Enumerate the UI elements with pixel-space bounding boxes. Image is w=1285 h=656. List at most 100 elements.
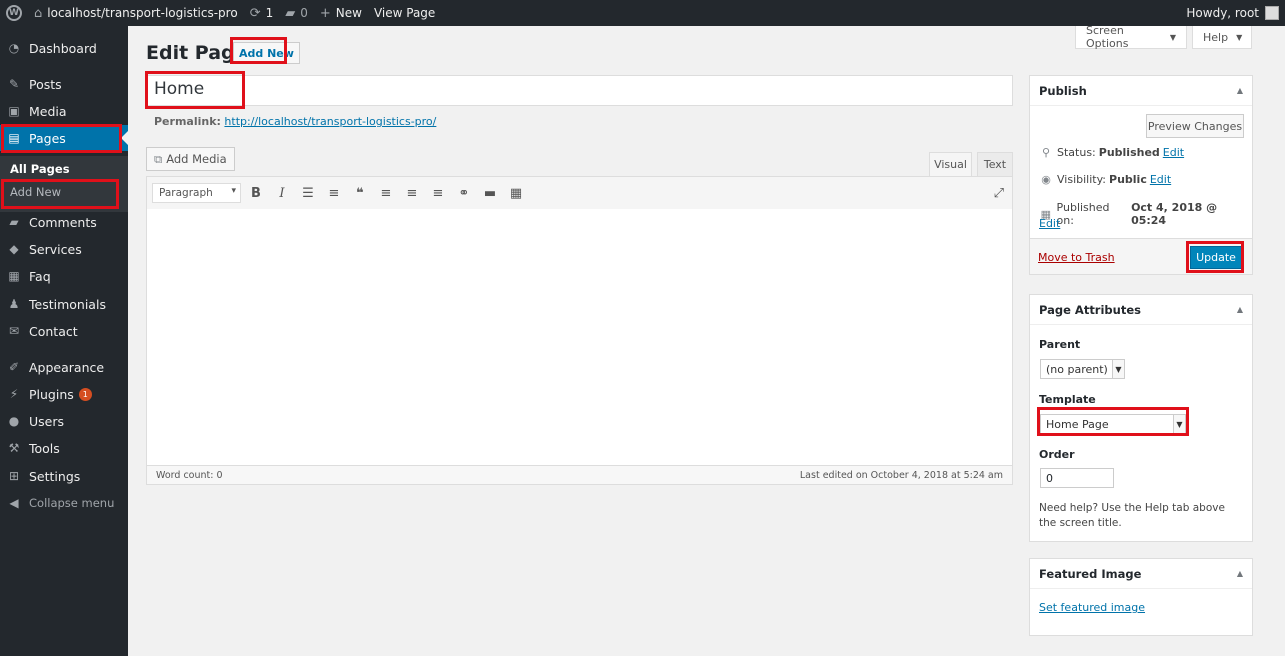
content-editor: ⧉ Add Media Visual Text Paragraph B I ☰ … bbox=[146, 132, 1013, 486]
italic-icon[interactable]: I bbox=[269, 186, 295, 201]
comment-bubble-icon: ▰ bbox=[285, 5, 296, 21]
edit-visibility-link[interactable]: Edit bbox=[1150, 173, 1171, 186]
refresh-icon: ⟳ bbox=[249, 5, 261, 21]
parent-select[interactable]: (no parent) ▼ bbox=[1040, 359, 1125, 379]
align-right-icon[interactable]: ≡ bbox=[425, 186, 451, 201]
editor-content-area[interactable] bbox=[146, 209, 1013, 466]
document-icon: ▦ bbox=[8, 269, 20, 283]
sidebar-item-faq[interactable]: ▦ Faq bbox=[0, 263, 128, 289]
comment-icon: ▰ bbox=[9, 215, 19, 229]
featured-image-box: Featured Image ▲ Set featured image bbox=[1029, 558, 1253, 636]
mail-icon: ✉ bbox=[8, 324, 20, 338]
comments-link[interactable]: ▰ 0 bbox=[279, 0, 314, 26]
align-center-icon[interactable]: ≡ bbox=[399, 186, 425, 201]
align-left-icon[interactable]: ≡ bbox=[373, 186, 399, 201]
post-visibility: ◉ Visibility: Public Edit bbox=[1039, 173, 1171, 186]
preview-changes-button[interactable]: Preview Changes bbox=[1146, 114, 1244, 138]
pin-icon: ⚲ bbox=[1041, 146, 1051, 159]
fullscreen-icon[interactable]: ⤢ bbox=[994, 186, 1004, 201]
sidebar-item-media[interactable]: ▣ Media bbox=[0, 98, 128, 124]
tab-text[interactable]: Text bbox=[977, 152, 1013, 176]
sidebar-item-appearance[interactable]: ✐ Appearance bbox=[0, 354, 128, 380]
toggle-arrow-icon[interactable]: ▲ bbox=[1237, 569, 1243, 578]
blockquote-icon[interactable]: ❝ bbox=[347, 186, 373, 201]
caret-down-icon: ▼ bbox=[1236, 32, 1243, 42]
move-to-trash-link[interactable]: Move to Trash bbox=[1038, 251, 1115, 264]
sidebar-item-settings[interactable]: ⊞ Settings bbox=[0, 463, 128, 489]
format-select[interactable]: Paragraph bbox=[152, 183, 241, 203]
collapse-menu-button[interactable]: ◀ Collapse menu bbox=[0, 490, 128, 516]
sidebar-item-testimonials[interactable]: ♟ Testimonials bbox=[0, 291, 128, 317]
tag-icon: ◆ bbox=[9, 242, 19, 256]
media-icon: ⧉ bbox=[154, 151, 163, 166]
editor-toolbar: Paragraph B I ☰ ≡ ❝ ≡ ≡ ≡ ⚭ ▬ ▦ ⤢ bbox=[146, 176, 1013, 210]
site-name-link[interactable]: ⌂ localhost/transport-logistics-pro bbox=[28, 0, 244, 26]
editor-statusbar: Word count: 0 Last edited on October 4, … bbox=[146, 465, 1013, 485]
sidebar-item-contact[interactable]: ✉ Contact bbox=[0, 318, 128, 344]
publish-box-header[interactable]: Publish ▲ bbox=[1030, 76, 1252, 106]
highlight-add-new bbox=[230, 37, 287, 64]
order-label: Order bbox=[1039, 448, 1075, 461]
plugins-update-badge: 1 bbox=[78, 387, 92, 401]
screen-options-button[interactable]: Screen Options ▼ bbox=[1075, 24, 1187, 50]
publish-date: ▦ Published on: Oct 4, 2018 @ 05:24 bbox=[1040, 201, 1218, 227]
toggle-arrow-icon[interactable]: ▲ bbox=[1237, 86, 1243, 95]
numbered-list-icon[interactable]: ≡ bbox=[321, 186, 347, 201]
pin-icon: ✎ bbox=[8, 77, 20, 91]
toolbar-toggle-icon[interactable]: ▦ bbox=[503, 186, 529, 201]
caret-down-icon: ▼ bbox=[1169, 32, 1176, 42]
users-icon: ♟ bbox=[8, 297, 20, 311]
new-content-link[interactable]: + New bbox=[314, 0, 368, 26]
eye-icon: ◉ bbox=[1041, 173, 1051, 186]
media-icon: ▣ bbox=[8, 104, 20, 118]
link-icon[interactable]: ⚭ bbox=[451, 186, 477, 201]
last-edited: Last edited on October 4, 2018 at 5:24 a… bbox=[799, 469, 1003, 481]
permalink: Permalink: http://localhost/transport-lo… bbox=[154, 115, 437, 128]
collapse-arrow-icon: ◀ bbox=[9, 496, 19, 510]
edit-status-link[interactable]: Edit bbox=[1163, 146, 1184, 159]
edit-date-link[interactable]: Edit bbox=[1039, 217, 1060, 230]
wrench-icon: ⚒ bbox=[8, 441, 20, 455]
toggle-arrow-icon[interactable]: ▲ bbox=[1237, 305, 1243, 314]
sidebar-item-services[interactable]: ◆ Services bbox=[0, 236, 128, 262]
sidebar-item-posts[interactable]: ✎ Posts bbox=[0, 71, 128, 97]
parent-label: Parent bbox=[1039, 338, 1081, 351]
page-attributes-help: Need help? Use the Help tab above the sc… bbox=[1039, 502, 1225, 529]
user-icon: ● bbox=[8, 414, 20, 428]
highlight-title bbox=[145, 71, 245, 109]
view-page-link[interactable]: View Page bbox=[368, 0, 441, 26]
template-label: Template bbox=[1039, 393, 1096, 406]
highlight-add-new-submenu bbox=[1, 179, 119, 209]
bulleted-list-icon[interactable]: ☰ bbox=[295, 186, 321, 201]
sidebar-item-dashboard[interactable]: ◔ Dashboard bbox=[0, 35, 128, 61]
wordpress-logo-icon[interactable]: W bbox=[0, 0, 28, 26]
highlight-update bbox=[1186, 241, 1244, 273]
post-status: ⚲ Status: Published Edit bbox=[1039, 146, 1184, 159]
order-input[interactable]: 0 bbox=[1040, 468, 1114, 488]
sidebar-item-plugins[interactable]: ⚡ Plugins 1 bbox=[0, 381, 128, 407]
add-media-button[interactable]: ⧉ Add Media bbox=[146, 147, 235, 171]
word-count: Word count: 0 bbox=[156, 469, 223, 481]
set-featured-image-link[interactable]: Set featured image bbox=[1039, 601, 1145, 614]
admin-sidebar: ◔ Dashboard ✎ Posts ▣ Media ▤ Pages All … bbox=[0, 26, 128, 656]
updates-link[interactable]: ⟳ 1 bbox=[244, 0, 280, 26]
read-more-icon[interactable]: ▬ bbox=[477, 186, 503, 201]
sidebar-item-tools[interactable]: ⚒ Tools bbox=[0, 435, 128, 461]
my-account-link[interactable]: Howdy, root bbox=[1180, 0, 1285, 26]
settings-icon: ⊞ bbox=[8, 469, 20, 483]
brush-icon: ✐ bbox=[8, 360, 20, 374]
sidebar-item-comments[interactable]: ▰ Comments bbox=[0, 209, 128, 235]
permalink-url[interactable]: http://localhost/transport-logistics-pro… bbox=[224, 115, 436, 128]
bold-icon[interactable]: B bbox=[243, 186, 269, 201]
avatar bbox=[1265, 6, 1279, 20]
post-title-input[interactable]: Home bbox=[146, 75, 1013, 106]
featured-image-header[interactable]: Featured Image ▲ bbox=[1030, 559, 1252, 589]
admin-bar: W ⌂ localhost/transport-logistics-pro ⟳ … bbox=[0, 0, 1285, 26]
submenu-all-pages[interactable]: All Pages bbox=[10, 162, 70, 176]
highlight-pages bbox=[1, 124, 122, 153]
page-attributes-header[interactable]: Page Attributes ▲ bbox=[1030, 295, 1252, 325]
highlight-template bbox=[1037, 407, 1189, 436]
sidebar-item-users[interactable]: ● Users bbox=[0, 408, 128, 434]
help-button[interactable]: Help ▼ bbox=[1192, 26, 1252, 49]
tab-visual[interactable]: Visual bbox=[929, 152, 972, 176]
